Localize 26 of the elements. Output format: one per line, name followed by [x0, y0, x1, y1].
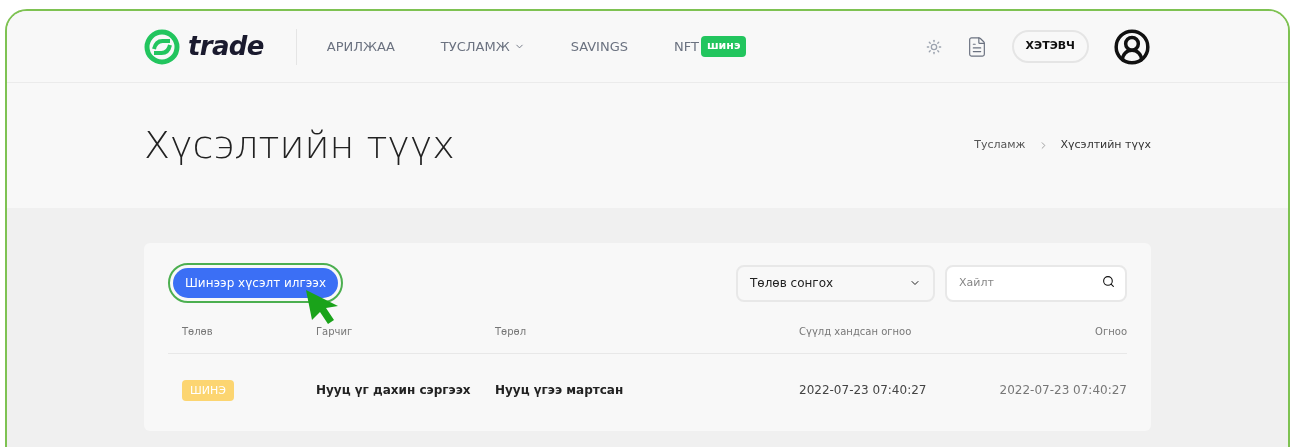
new-badge: шинэ [700, 36, 747, 57]
table-cell-text: 2022-07-23 07:40:27 [999, 381, 1127, 399]
login-button[interactable]: ХЭТЭВЧ [1011, 30, 1089, 63]
column-header: Огноо [1094, 324, 1127, 339]
column-header: Гарчиг [316, 324, 354, 339]
search-icon[interactable] [1102, 275, 1115, 288]
column-header: Сүүлд хандсан огноо [799, 324, 913, 339]
table-cell-text: 2022-07-23 07:40:27 [799, 381, 928, 399]
nav-link[interactable]: АРИЛЖАА [326, 36, 395, 57]
table-cell-text: Нууц үгээ мартсан [495, 381, 625, 399]
column-header: Төлөв [182, 324, 214, 339]
logo-text: trade [188, 30, 264, 63]
breadcrumb-current: Хүсэлтийн түүх [1060, 137, 1151, 154]
logo-icon [144, 28, 180, 65]
nav-link[interactable]: NFT [674, 36, 699, 57]
nav-link[interactable]: SAVINGS [570, 36, 628, 57]
cursor-icon [304, 288, 340, 327]
nav-link[interactable]: ТУСЛАМЖ [440, 36, 525, 57]
search-field[interactable]: Хайлт [945, 265, 1127, 302]
table-cell-text: Нууц үг дахин сэргээх [316, 381, 472, 399]
status-tag: ШИНЭ [182, 379, 234, 401]
column-header: Төрөл [495, 324, 528, 339]
page-title: Хүсэлтийн түүх [144, 122, 455, 169]
breadcrumb-link[interactable]: Тусламж [974, 137, 1026, 154]
status-select[interactable]: Төлөв сонгох [736, 265, 935, 302]
user-icon[interactable] [1113, 27, 1151, 66]
